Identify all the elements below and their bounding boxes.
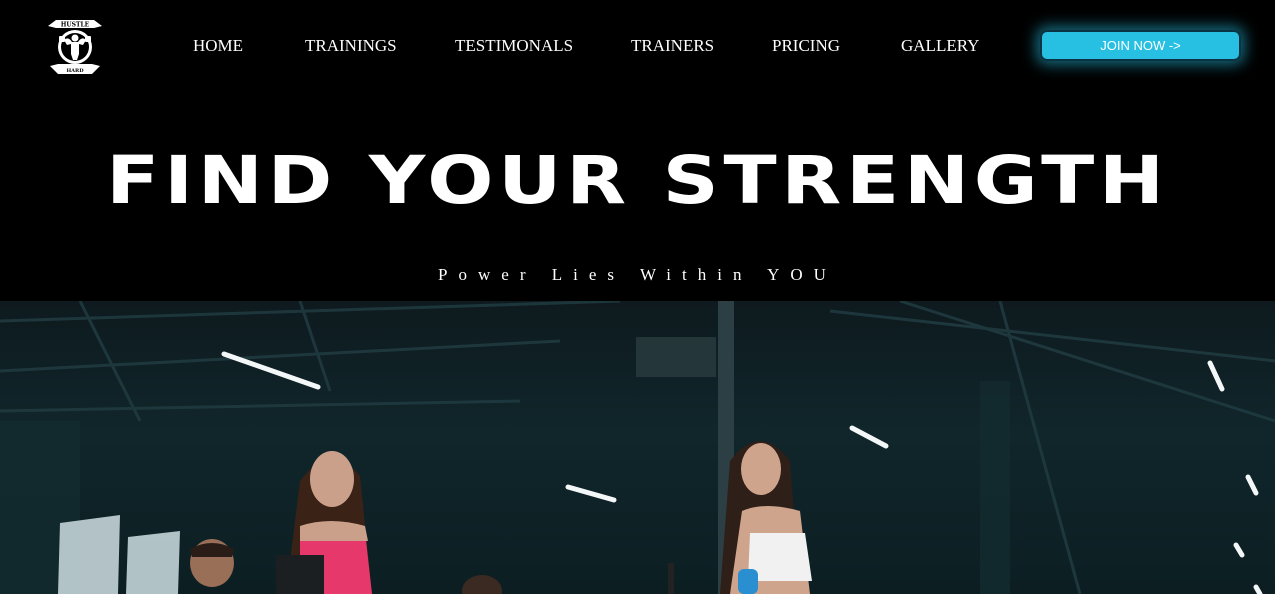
nav-pricing[interactable]: PRICING xyxy=(772,34,840,58)
nav-testimonals[interactable]: TESTIMONALS xyxy=(455,34,573,58)
bodybuilder-emblem-icon: HUSTLE HARD xyxy=(48,20,102,74)
hero-gym-photo xyxy=(0,301,1275,594)
hero-subtitle: Power Lies Within YOU xyxy=(438,265,837,284)
gym-scene-image xyxy=(0,301,1275,594)
nav-trainings[interactable]: TRAININGS xyxy=(305,34,397,58)
nav-home[interactable]: HOME xyxy=(193,34,243,58)
nav-trainers[interactable]: TRAINERS xyxy=(631,34,714,58)
nav-gallery[interactable]: GALLERY xyxy=(901,34,979,58)
logo-text-bottom: HARD xyxy=(66,68,84,74)
logo-text-top: HUSTLE xyxy=(61,22,90,29)
brand-logo[interactable]: HUSTLE HARD xyxy=(42,14,108,78)
join-now-button[interactable]: JOIN NOW -> xyxy=(1040,30,1241,61)
hero-title: FIND YOUR STRENGTH xyxy=(106,142,1169,219)
top-navigation: HUSTLE HARD HOME TRAININGS TESTIMONALS T… xyxy=(0,0,1275,95)
